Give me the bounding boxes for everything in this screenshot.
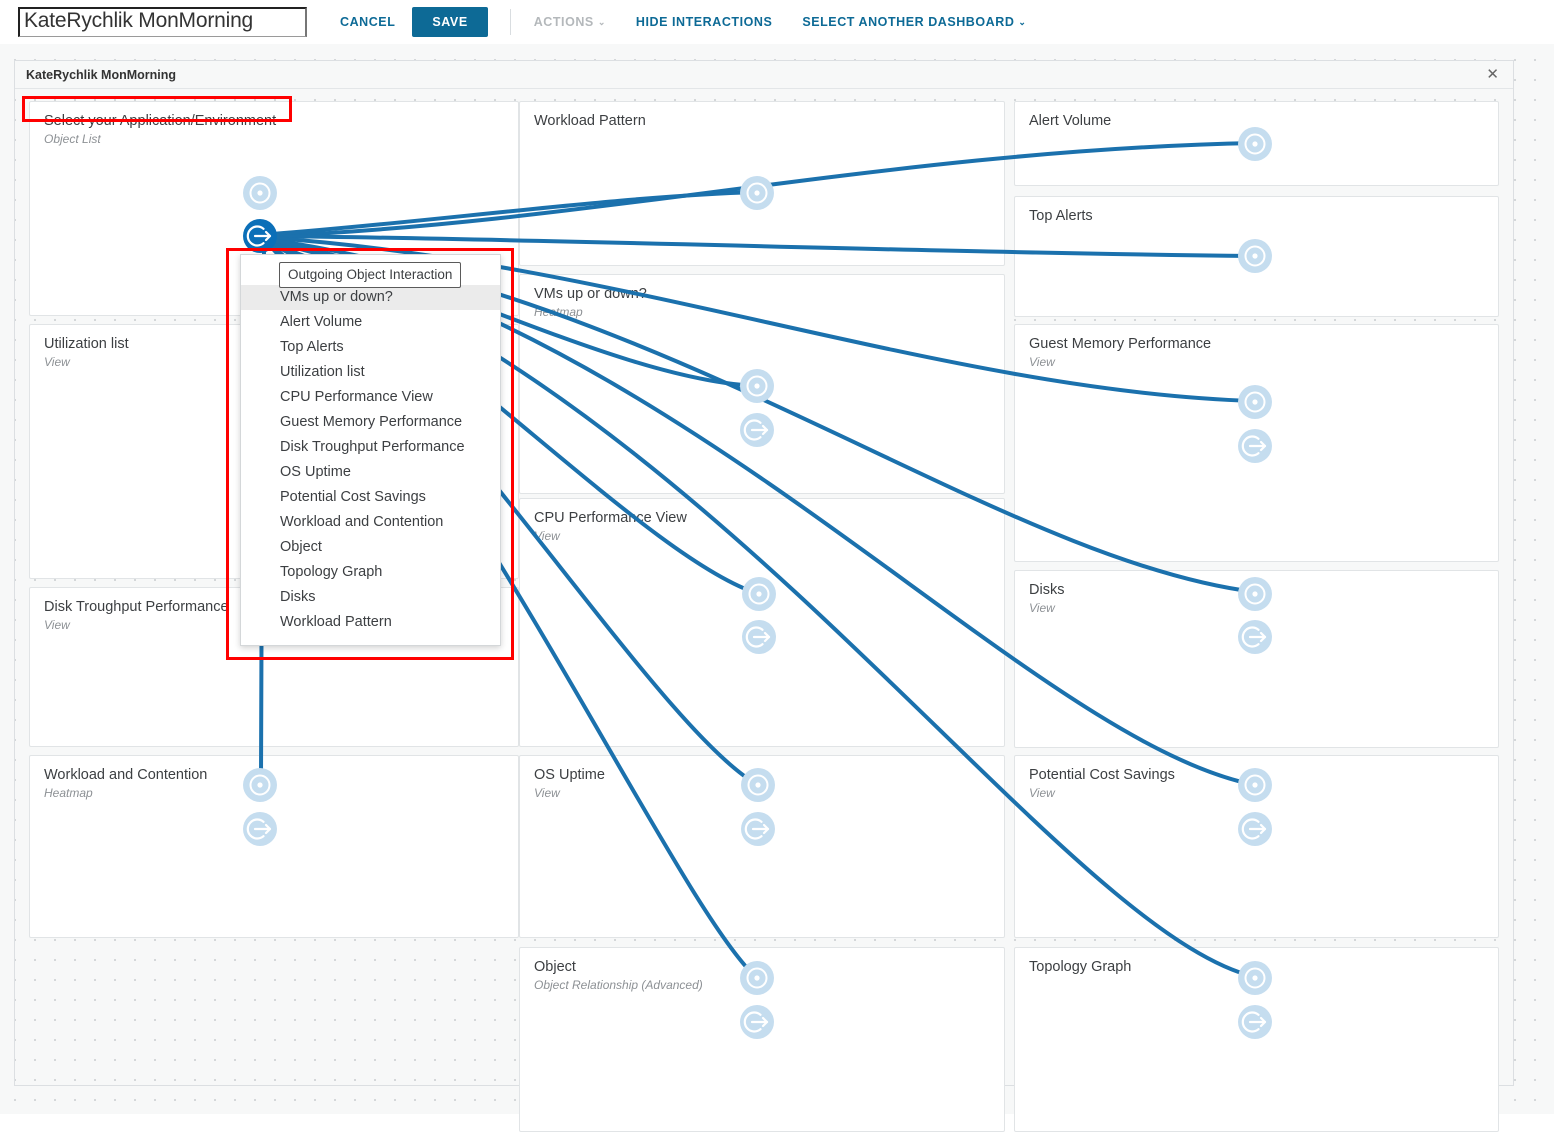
save-button[interactable]: SAVE xyxy=(412,7,487,37)
menu-item-alert-volume[interactable]: Alert Volume xyxy=(241,310,500,335)
widget-title: Workload Pattern xyxy=(520,102,1004,130)
menu-item-object[interactable]: Object xyxy=(241,535,500,560)
outgoing-interaction-icon-topology-graph-out[interactable] xyxy=(1238,1005,1272,1039)
menu-item-cpu-performance-view[interactable]: CPU Performance View xyxy=(241,385,500,410)
widget-title: CPU Performance View xyxy=(520,499,1004,527)
incoming-interaction-icon-guest-memory-performance-in[interactable] xyxy=(1238,385,1272,419)
toolbar-divider xyxy=(510,9,511,35)
actions-menu-button[interactable]: ACTIONS ⌄ xyxy=(525,8,615,36)
outgoing-interaction-icon-disks-out[interactable] xyxy=(1238,620,1272,654)
top-toolbar: CANCEL SAVE ACTIONS ⌄ HIDE INTERACTIONS S… xyxy=(0,0,1554,44)
incoming-interaction-icon-cpu-performance-view-in[interactable] xyxy=(742,577,776,611)
menu-item-os-uptime[interactable]: OS Uptime xyxy=(241,460,500,485)
outgoing-interaction-icon-vms-up-or-down-out[interactable] xyxy=(740,413,774,447)
hide-interactions-button[interactable]: HIDE INTERACTIONS xyxy=(627,8,781,36)
widget-subtitle: View xyxy=(1015,353,1498,369)
menu-item-topology-graph[interactable]: Topology Graph xyxy=(241,560,500,585)
select-another-dashboard-button[interactable]: SELECT ANOTHER DASHBOARD ⌄ xyxy=(793,8,1035,36)
widget-title: Alert Volume xyxy=(1015,102,1498,130)
menu-item-top-alerts[interactable]: Top Alerts xyxy=(241,335,500,360)
interaction-tooltip: Outgoing Object Interaction xyxy=(279,262,461,288)
dashboard-canvas[interactable]: KateRychlik MonMorning ✕ Select your App… xyxy=(0,44,1554,1114)
select-another-dashboard-label: SELECT ANOTHER DASHBOARD xyxy=(802,15,1014,29)
menu-item-guest-memory-performance[interactable]: Guest Memory Performance xyxy=(241,410,500,435)
menu-item-utilization-list[interactable]: Utilization list xyxy=(241,360,500,385)
menu-item-workload-and-contention[interactable]: Workload and Contention xyxy=(241,510,500,535)
outgoing-interaction-icon-select-app-env-out[interactable] xyxy=(243,219,277,253)
outgoing-interaction-menu[interactable]: VMs up or down?Alert VolumeTop AlertsUti… xyxy=(240,254,501,646)
outgoing-interaction-icon-workload-and-contention-out[interactable] xyxy=(243,812,277,846)
widget-subtitle: Object List xyxy=(30,130,518,146)
dashboard-name-input[interactable] xyxy=(18,7,307,37)
incoming-interaction-icon-potential-cost-savings-in[interactable] xyxy=(1238,768,1272,802)
outgoing-interaction-icon-guest-memory-performance-out[interactable] xyxy=(1238,429,1272,463)
chevron-down-icon: ⌄ xyxy=(598,17,606,27)
incoming-interaction-icon-object-in[interactable] xyxy=(740,961,774,995)
outgoing-interaction-icon-os-uptime-out[interactable] xyxy=(741,812,775,846)
menu-item-disks[interactable]: Disks xyxy=(241,585,500,610)
outgoing-interaction-icon-potential-cost-savings-out[interactable] xyxy=(1238,812,1272,846)
widget-title: Select your Application/Environment xyxy=(30,102,518,130)
incoming-interaction-icon-top-alerts-in[interactable] xyxy=(1238,239,1272,273)
menu-item-disk-troughput-performance[interactable]: Disk Troughput Performance xyxy=(241,435,500,460)
panel-header: KateRychlik MonMorning ✕ xyxy=(15,61,1513,89)
incoming-interaction-icon-workload-pattern-in[interactable] xyxy=(740,176,774,210)
incoming-interaction-icon-os-uptime-in[interactable] xyxy=(741,768,775,802)
widget-subtitle: View xyxy=(520,527,1004,543)
widget-subtitle: Heatmap xyxy=(520,303,1004,319)
close-icon[interactable]: ✕ xyxy=(1482,65,1503,84)
incoming-interaction-icon-topology-graph-in[interactable] xyxy=(1238,961,1272,995)
incoming-interaction-icon-alert-volume-in[interactable] xyxy=(1238,127,1272,161)
widget-title: VMs up or down? xyxy=(520,275,1004,303)
outgoing-interaction-icon-object-out[interactable] xyxy=(740,1005,774,1039)
incoming-interaction-icon-workload-and-contention-in[interactable] xyxy=(243,768,277,802)
panel-title: KateRychlik MonMorning xyxy=(26,68,176,82)
incoming-interaction-icon-vms-up-or-down-in[interactable] xyxy=(740,369,774,403)
incoming-interaction-icon-disks-in[interactable] xyxy=(1238,577,1272,611)
menu-item-vms-up-or-down[interactable]: VMs up or down? xyxy=(241,285,500,310)
actions-menu-label: ACTIONS xyxy=(534,15,594,29)
outgoing-interaction-icon-cpu-performance-view-out[interactable] xyxy=(742,620,776,654)
cancel-button[interactable]: CANCEL xyxy=(331,8,404,36)
dashboard-panel: KateRychlik MonMorning ✕ Select your App… xyxy=(14,60,1514,1086)
widget-title: Guest Memory Performance xyxy=(1015,325,1498,353)
menu-item-potential-cost-savings[interactable]: Potential Cost Savings xyxy=(241,485,500,510)
widget-title: Top Alerts xyxy=(1015,197,1498,225)
menu-item-workload-pattern[interactable]: Workload Pattern xyxy=(241,610,500,635)
chevron-down-icon: ⌄ xyxy=(1018,17,1026,27)
incoming-interaction-icon-select-app-env-in[interactable] xyxy=(243,176,277,210)
